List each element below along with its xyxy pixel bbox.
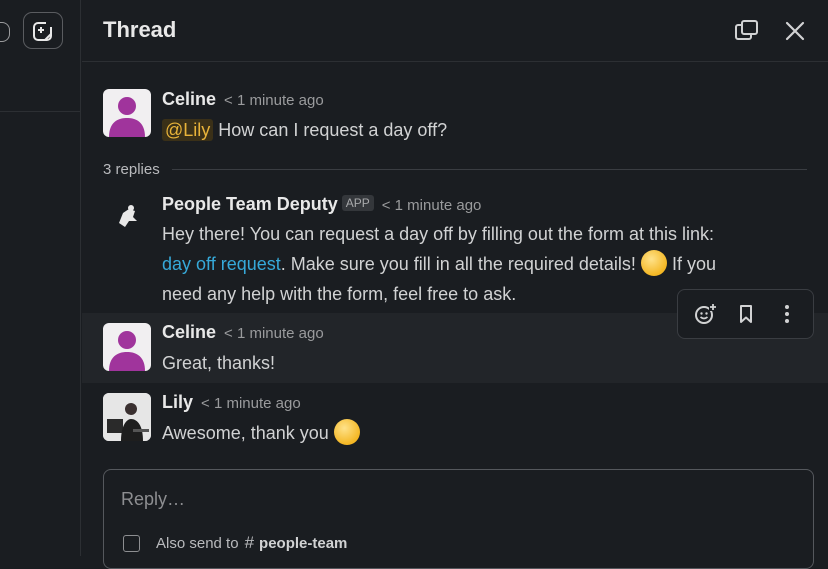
celine-avatar-icon: [103, 89, 151, 137]
avatar[interactable]: [103, 89, 151, 137]
message-author[interactable]: Celine < 1 minute ago: [162, 322, 324, 343]
left-sidebar-strip: [0, 0, 81, 556]
also-send-to-channel: Also send to # people-team: [123, 533, 347, 553]
popout-icon: [734, 18, 760, 44]
message-text: If you: [672, 254, 716, 274]
thread-title: Thread: [103, 17, 176, 43]
reply-input[interactable]: [121, 486, 721, 512]
bot-avatar-icon: [107, 195, 147, 235]
timestamp-text: 1 minute ago: [237, 325, 324, 342]
message-timestamp[interactable]: < 1 minute ago: [224, 92, 324, 109]
timestamp-text: 1 minute ago: [214, 395, 301, 412]
day-off-request-link[interactable]: day off request: [162, 254, 281, 274]
message-line: day off request. Make sure you fill in a…: [162, 249, 802, 279]
bookmark-icon: [735, 303, 757, 325]
message-text: Awesome, thank you: [162, 423, 329, 443]
message-author[interactable]: Celine < 1 minute ago: [162, 89, 324, 110]
popout-button[interactable]: [734, 18, 760, 44]
message-author[interactable]: Lily < 1 minute ago: [162, 392, 301, 413]
compose-button[interactable]: [23, 12, 63, 49]
message-actions-toolbar: [677, 289, 814, 339]
also-send-label: Also send to: [156, 535, 239, 552]
message-body: Awesome, thank you: [162, 418, 360, 448]
divider-line: [172, 169, 807, 170]
sidebar-divider: [0, 111, 81, 112]
close-icon: [782, 18, 808, 44]
message-text: . Make sure you fill in all the required…: [281, 254, 636, 274]
replies-divider: 3 replies: [103, 158, 807, 180]
avatar[interactable]: [103, 323, 151, 371]
compose-icon: [31, 19, 55, 43]
avatar[interactable]: [103, 393, 151, 441]
message-text: How can I request a day off?: [218, 120, 447, 140]
message-timestamp[interactable]: < 1 minute ago: [201, 395, 301, 412]
reply-message: Lily < 1 minute ago Awesome, thank you: [82, 383, 828, 453]
user-mention[interactable]: @Lily: [162, 119, 213, 141]
parent-message: Celine < 1 minute ago @Lily How can I req…: [82, 84, 828, 154]
more-actions-icon: [776, 303, 798, 325]
author-name[interactable]: People Team Deputy: [162, 194, 338, 214]
smile-emoji-icon: [641, 250, 667, 276]
add-reaction-button[interactable]: [690, 299, 720, 329]
channel-name[interactable]: people-team: [259, 535, 347, 552]
message-body: @Lily How can I request a day off?: [162, 115, 447, 145]
channel-dropdown-chevron-icon[interactable]: [0, 22, 10, 42]
more-actions-button[interactable]: [772, 299, 802, 329]
reply-composer: Also send to # people-team: [103, 469, 814, 569]
message-timestamp[interactable]: < 1 minute ago: [382, 197, 482, 214]
author-name[interactable]: Celine: [162, 322, 216, 342]
author-name[interactable]: Celine: [162, 89, 216, 109]
replies-count: 3 replies: [103, 161, 160, 178]
add-reaction-icon: [693, 302, 717, 326]
timestamp-text: 1 minute ago: [395, 197, 482, 214]
app-badge: APP: [342, 195, 374, 211]
save-message-button[interactable]: [731, 299, 761, 329]
slight-smile-emoji-icon: [334, 419, 360, 445]
message-line: Hey there! You can request a day off by …: [162, 219, 802, 249]
thread-header: Thread: [82, 0, 828, 62]
lily-avatar-icon: [103, 393, 151, 441]
timestamp-text: 1 minute ago: [237, 92, 324, 109]
thread-panel: Thread Celine< 1 minute ago @Lily How ca: [82, 0, 828, 556]
close-thread-button[interactable]: [782, 18, 808, 44]
message-body: Great, thanks!: [162, 348, 275, 378]
avatar[interactable]: [107, 195, 147, 235]
message-author[interactable]: People Team DeputyAPP < 1 minute ago: [162, 194, 481, 215]
author-name[interactable]: Lily: [162, 392, 193, 412]
channel-hash: #: [245, 533, 254, 553]
message-timestamp[interactable]: < 1 minute ago: [224, 325, 324, 342]
celine-avatar-icon: [103, 323, 151, 371]
also-send-checkbox[interactable]: [123, 535, 140, 552]
